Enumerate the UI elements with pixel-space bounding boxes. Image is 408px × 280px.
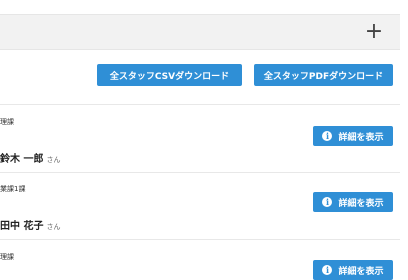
detail-button[interactable]: i 詳細を表示 <box>313 192 393 212</box>
info-icon: i <box>322 265 333 275</box>
staff-name-text: 鈴木 一郎 <box>0 154 44 165</box>
divider <box>0 104 400 105</box>
staff-name-suffix: さん <box>46 156 61 164</box>
staff-department: 理課 <box>0 253 14 261</box>
staff-department: 理課 <box>0 118 14 126</box>
staff-name: 田中 花子 さん <box>0 217 60 232</box>
divider <box>0 172 400 173</box>
staff-name: 鈴木 一郎 さん <box>0 150 60 165</box>
detail-button-label: 詳細を表示 <box>338 198 384 209</box>
csv-download-button[interactable]: 全スタッフCSVダウンロード <box>97 64 242 86</box>
detail-button-label: 詳細を表示 <box>338 266 384 277</box>
detail-button[interactable]: i 詳細を表示 <box>313 126 393 146</box>
staff-name-text: 田中 花子 <box>0 221 44 232</box>
staff-name-suffix: さん <box>46 223 61 231</box>
header-bar: + <box>0 14 400 50</box>
info-icon: i <box>322 197 333 207</box>
info-icon: i <box>322 131 333 141</box>
pdf-download-button[interactable]: 全スタッフPDFダウンロード <box>254 64 393 86</box>
divider <box>0 239 400 240</box>
add-plus-icon[interactable]: + <box>362 19 386 44</box>
detail-button[interactable]: i 詳細を表示 <box>313 260 393 280</box>
detail-button-label: 詳細を表示 <box>338 132 384 143</box>
staff-department: 業課1課 <box>0 185 26 193</box>
